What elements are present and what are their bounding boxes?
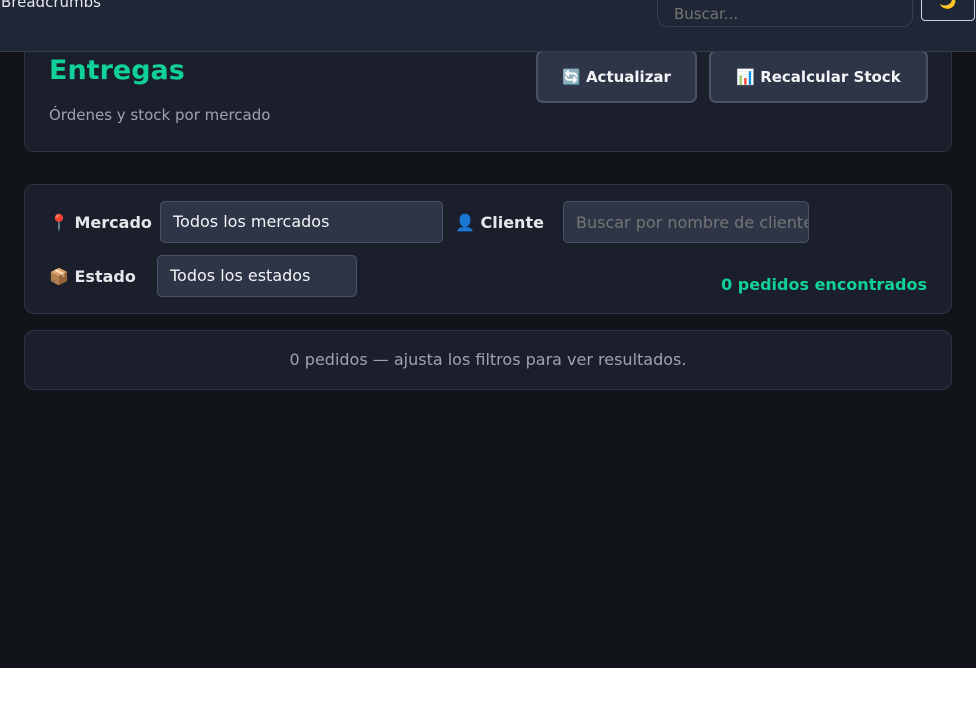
app: Breadcrumbs 🌙 Entregas Órdenes y stock p… (0, 0, 976, 668)
page-subtitle: Órdenes y stock por mercado (49, 106, 271, 124)
client-search-input[interactable] (563, 201, 809, 243)
market-label: 📍 Mercado (49, 213, 152, 232)
breadcrumb[interactable]: Breadcrumbs (1, 0, 101, 11)
client-label: 👤 Cliente (455, 213, 544, 232)
status-label: 📦 Estado (49, 267, 136, 286)
empty-state: 0 pedidos — ajusta los filtros para ver … (24, 330, 952, 390)
recalculate-stock-button[interactable]: 📊 Recalcular Stock (709, 50, 928, 103)
status-select[interactable]: Todos los estados (157, 255, 357, 297)
theme-toggle-button[interactable]: 🌙 (921, 0, 975, 21)
filters-card: 📍 Mercado Todos los mercados 👤 Cliente 📦… (24, 184, 952, 314)
results-count: 0 pedidos encontrados (721, 275, 927, 294)
page-title: Entregas (49, 55, 185, 86)
top-bar: Breadcrumbs 🌙 (0, 0, 976, 52)
market-select[interactable]: Todos los mercados (160, 201, 443, 243)
refresh-button[interactable]: 🔄 Actualizar (536, 50, 697, 103)
search-input[interactable] (657, 0, 913, 27)
